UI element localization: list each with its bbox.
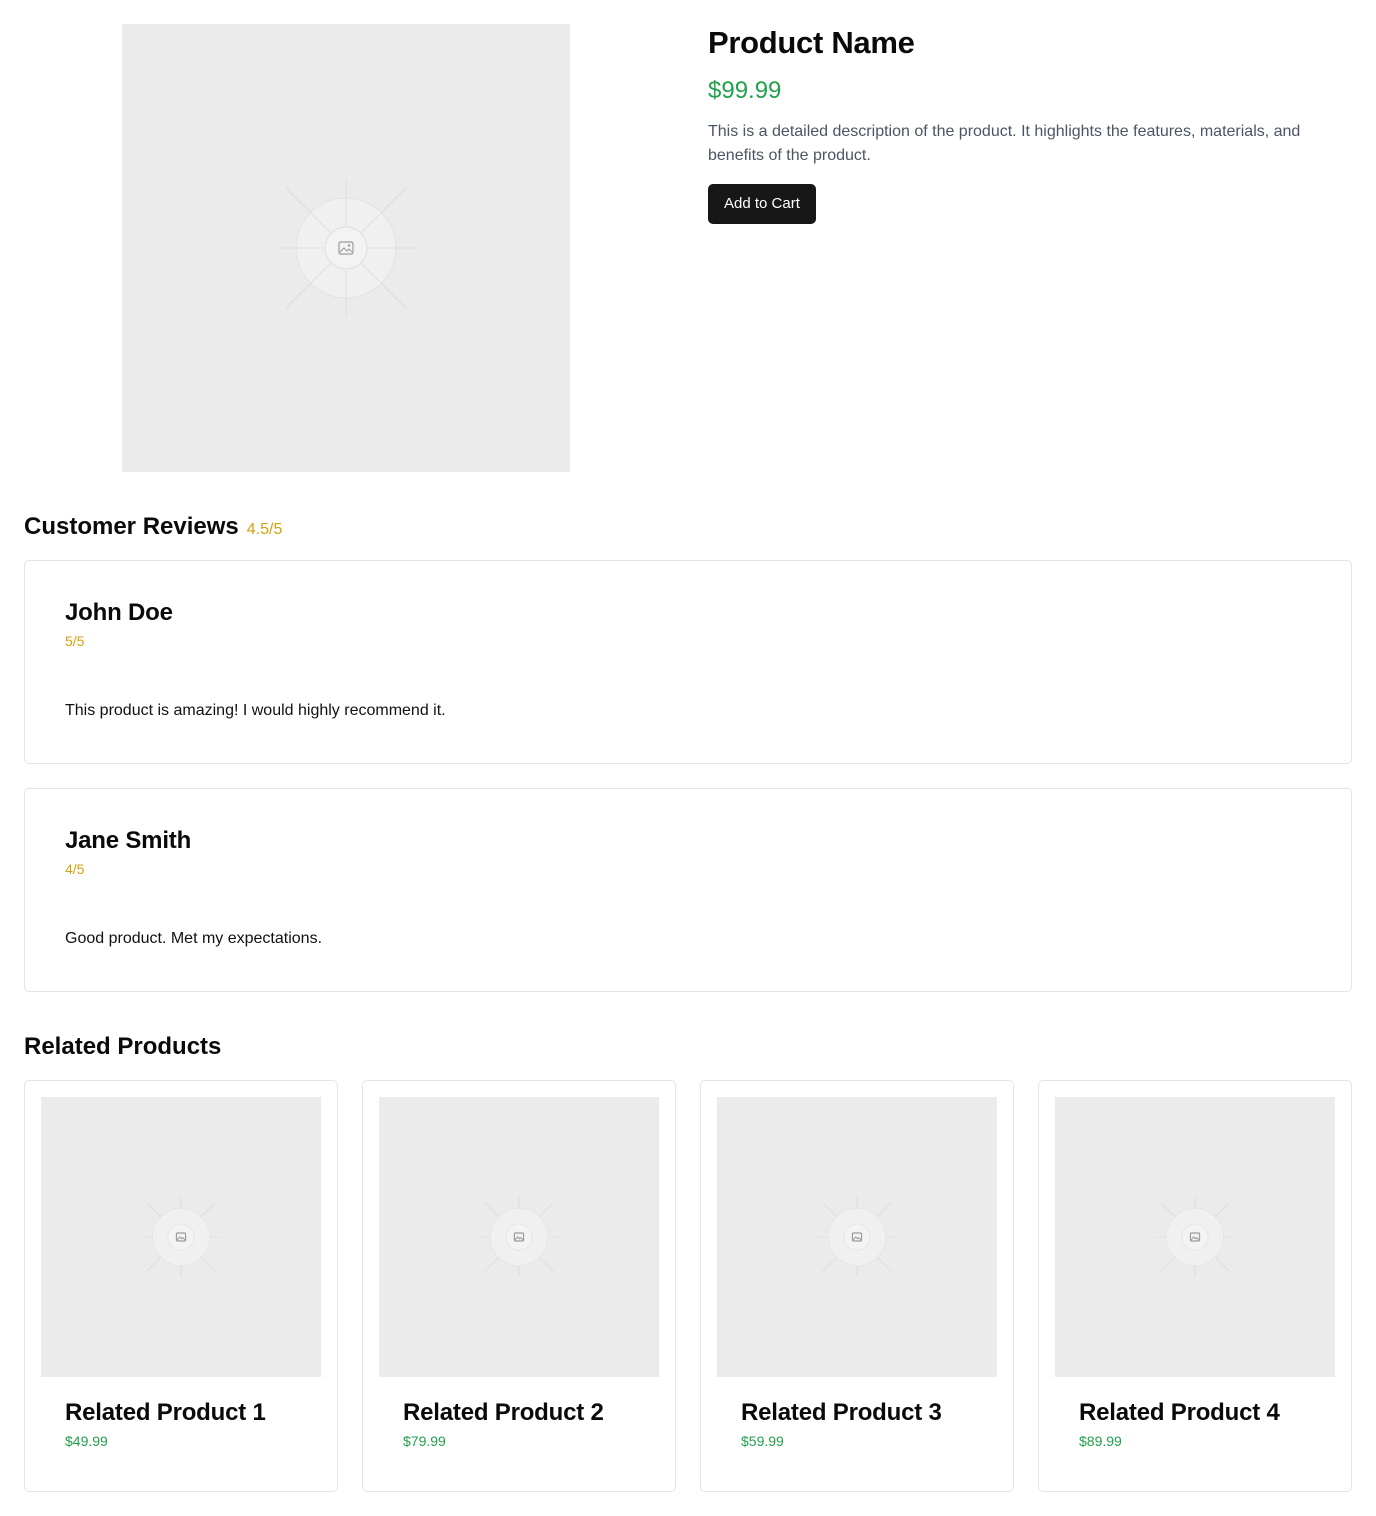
related-products-grid: Related Product 1 $49.99 Related Product… — [24, 1080, 1352, 1492]
review-card: John Doe 5/5 This product is amazing! I … — [24, 560, 1352, 764]
reviews-header: Customer Reviews 4.5/5 — [24, 513, 282, 541]
related-product-price: $49.99 — [65, 1433, 108, 1449]
related-product-name[interactable]: Related Product 4 — [1079, 1399, 1280, 1427]
product-image — [122, 24, 570, 472]
related-product-image — [717, 1097, 997, 1377]
related-product-name[interactable]: Related Product 3 — [741, 1399, 942, 1427]
related-product-card[interactable]: Related Product 2 $79.99 — [362, 1080, 676, 1492]
reviewer-name: John Doe — [65, 599, 173, 626]
related-product-image — [41, 1097, 321, 1377]
product-detail: Product Name $99.99 This is a detailed d… — [0, 0, 1376, 500]
product-title: Product Name — [708, 25, 915, 60]
related-product-price: $79.99 — [403, 1433, 446, 1449]
image-placeholder-icon — [276, 178, 416, 318]
image-placeholder-icon — [817, 1197, 897, 1277]
related-product-card[interactable]: Related Product 3 $59.99 — [700, 1080, 1014, 1492]
related-product-price: $59.99 — [741, 1433, 784, 1449]
product-price: $99.99 — [708, 77, 782, 104]
related-product-name[interactable]: Related Product 1 — [65, 1399, 266, 1427]
related-product-card[interactable]: Related Product 4 $89.99 — [1038, 1080, 1352, 1492]
review-rating: 5/5 — [65, 633, 85, 649]
product-description: This is a detailed description of the pr… — [708, 123, 1301, 164]
reviewer-name: Jane Smith — [65, 827, 192, 854]
add-to-cart-button[interactable]: Add to Cart — [708, 184, 816, 224]
related-product-price: $89.99 — [1079, 1433, 1122, 1449]
reviews-title: Customer Reviews — [24, 513, 239, 540]
review-card: Jane Smith 4/5 Good product. Met my expe… — [24, 788, 1352, 992]
product-info: Product Name $99.99 This is a detailed d… — [708, 24, 1352, 224]
related-product-image — [379, 1097, 659, 1377]
image-placeholder-icon — [141, 1197, 221, 1277]
related-product-card[interactable]: Related Product 1 $49.99 — [24, 1080, 338, 1492]
review-text: Good product. Met my expectations. — [65, 930, 323, 947]
review-rating: 4/5 — [65, 861, 85, 877]
average-rating: 4.5/5 — [246, 521, 283, 538]
related-product-image — [1055, 1097, 1335, 1377]
review-text: This product is amazing! I would highly … — [65, 702, 446, 719]
image-placeholder-icon — [1155, 1197, 1235, 1277]
image-placeholder-icon — [479, 1197, 559, 1277]
related-products-title: Related Products — [24, 1033, 222, 1060]
related-product-name[interactable]: Related Product 2 — [403, 1399, 604, 1427]
